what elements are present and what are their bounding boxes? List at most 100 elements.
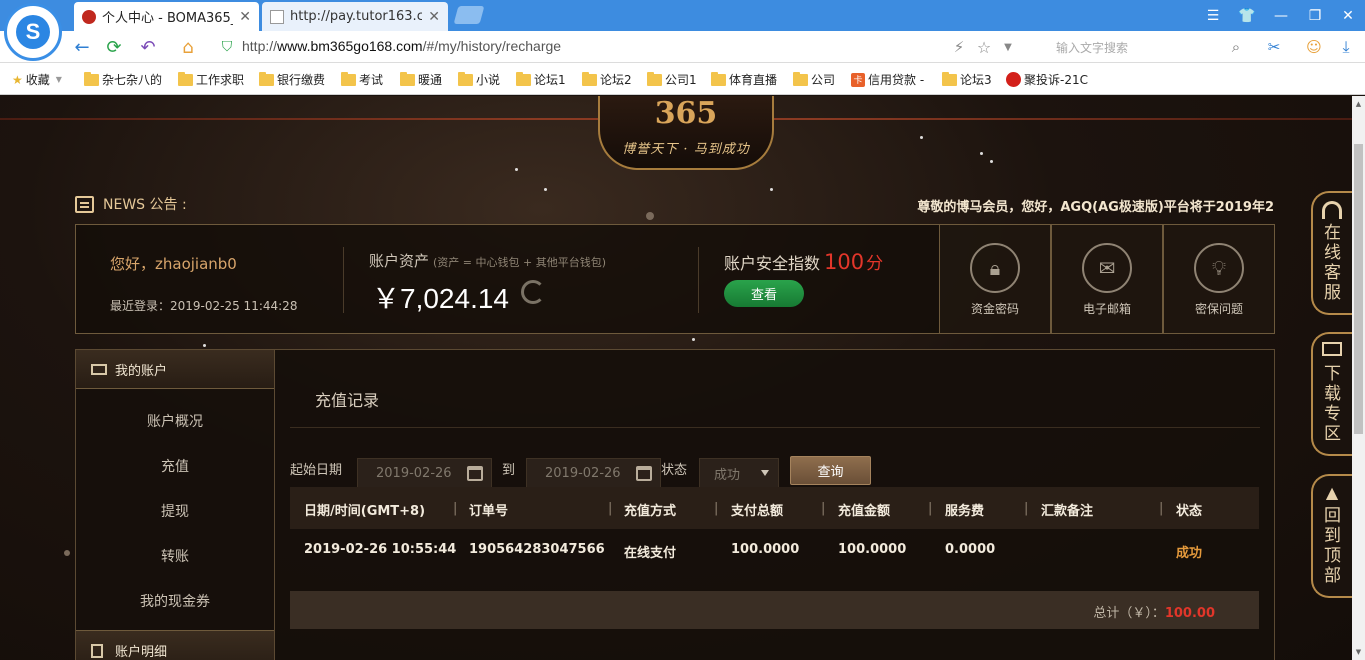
new-tab-button[interactable] <box>453 6 485 24</box>
bookmark-folder[interactable]: 银行缴费 <box>259 71 325 88</box>
bookmark-folder[interactable]: 论坛1 <box>516 71 566 88</box>
lightning-icon[interactable]: ⚡ <box>947 35 971 59</box>
security-question-item[interactable]: 💡︎ 密保问题 <box>1163 224 1275 334</box>
column-header[interactable]: 充值金额 <box>838 500 890 519</box>
scrollbar-thumb[interactable] <box>1354 144 1363 434</box>
cell-fee: 0.0000 <box>945 542 996 557</box>
page-scrollbar[interactable]: ▲ ▼ <box>1352 96 1365 660</box>
start-date-input[interactable]: 2019-02-26 <box>357 458 492 488</box>
fund-password-label: 资金密码 <box>970 302 1019 316</box>
folder-icon <box>178 71 193 86</box>
skin-icon[interactable]: 👕 <box>1230 0 1264 31</box>
bookmark-folder[interactable]: 考试 <box>341 71 383 88</box>
bookmark-folder[interactable]: 公司1 <box>647 71 697 88</box>
bookmark-label: 暖通 <box>418 73 443 87</box>
sidebar-item-withdraw[interactable]: 提现 <box>76 501 274 521</box>
tab-active[interactable]: 个人中心 - BOMA365_ ✕ <box>74 2 259 31</box>
menu-icon[interactable]: ☰ <box>1196 0 1230 31</box>
bookmark-folder[interactable]: 论坛2 <box>582 71 632 88</box>
scroll-up-icon[interactable]: ▲ <box>1354 100 1363 108</box>
bookmark-folder[interactable]: 公司 <box>793 71 835 88</box>
bookmark-folder[interactable]: 杂七杂八的 <box>84 71 162 88</box>
bookmark-link[interactable]: 聚投诉-21C <box>1006 71 1088 88</box>
column-separator: | <box>928 501 933 516</box>
sidebar-header-my-account[interactable]: 我的账户 <box>76 350 274 389</box>
star-icon[interactable]: ☆ <box>972 35 996 59</box>
column-header[interactable]: 状态 <box>1176 500 1202 519</box>
tab-close-icon[interactable]: ✕ <box>239 9 251 25</box>
tab-close-icon[interactable]: ✕ <box>428 9 440 25</box>
bookmark-folder[interactable]: 体育直播 <box>711 71 777 88</box>
minimize-button[interactable]: — <box>1264 0 1298 31</box>
sidebar-item-overview[interactable]: 账户概况 <box>76 411 274 431</box>
folder-icon <box>400 71 415 86</box>
chevron-down-icon[interactable]: ▼ <box>996 35 1020 59</box>
column-separator: | <box>608 501 613 516</box>
recharge-history-panel: 充值记录 起始日期 2019-02-26 到 2019-02-26 状态 成功 … <box>275 349 1275 660</box>
asset-note: (资产 = 中心钱包 + 其他平台钱包) <box>433 256 607 269</box>
bookmark-folder[interactable]: 小说 <box>458 71 500 88</box>
folder-icon <box>942 71 957 86</box>
brand-logo[interactable]: 365 博誉天下 · 马到成功 <box>598 96 774 170</box>
scroll-down-icon[interactable]: ▼ <box>1354 648 1363 656</box>
column-header[interactable]: 日期/时间(GMT+8) <box>304 500 425 519</box>
table-header: 日期/时间(GMT+8) | 订单号 | 充值方式 | 支付总额 | 充值金额 … <box>290 487 1259 529</box>
lock-icon: 🔒︎ <box>970 243 1020 293</box>
address-bar: ← ⟳ ↶ ⌂ ⛉ http://www.bm365go168.com/#/my… <box>0 31 1365 63</box>
home-button[interactable]: ⌂ <box>176 35 200 59</box>
query-button[interactable]: 查询 <box>790 456 871 485</box>
monitor-icon <box>1322 342 1342 356</box>
news-header: NEWS 公告 : <box>75 194 187 214</box>
column-header[interactable]: 充值方式 <box>624 500 676 519</box>
refresh-icon[interactable] <box>521 280 545 304</box>
download-zone-button[interactable]: 下载专区 <box>1311 332 1352 456</box>
title-divider <box>290 427 1260 428</box>
status-select[interactable]: 成功 <box>699 458 779 488</box>
fund-password-item[interactable]: 🔒︎ 资金密码 <box>939 224 1051 334</box>
bookmark-label: 论坛1 <box>534 73 566 87</box>
bookmark-folder[interactable]: 暖通 <box>400 71 442 88</box>
bookmark-label: 银行缴费 <box>277 73 326 87</box>
status-select-value: 成功 <box>714 467 741 483</box>
mail-icon: ✉ <box>1082 243 1132 293</box>
email-item[interactable]: ✉ 电子邮箱 <box>1051 224 1163 334</box>
sidebar-item-coupons[interactable]: 我的现金券 <box>76 591 274 611</box>
column-header[interactable]: 汇款备注 <box>1041 500 1093 519</box>
calendar-icon[interactable] <box>467 466 483 481</box>
emoji-icon[interactable]: ☺ <box>1302 35 1326 59</box>
url-field[interactable]: http://www.bm365go168.com/#/my/history/r… <box>242 38 561 54</box>
column-separator: | <box>453 501 458 516</box>
back-to-top-button[interactable]: ▲ 回到顶部 <box>1311 474 1352 598</box>
star-decoration <box>770 188 773 191</box>
bookmark-favorites[interactable]: ★ 收藏 ▼ <box>12 71 62 88</box>
sidebar-item-transfer[interactable]: 转账 <box>76 546 274 566</box>
folder-icon <box>84 71 99 86</box>
download-icon[interactable]: ⤓ <box>1334 35 1358 59</box>
online-support-button[interactable]: 在线客服 <box>1311 191 1352 315</box>
calendar-icon[interactable] <box>636 466 652 481</box>
column-header[interactable]: 支付总额 <box>731 500 783 519</box>
sidebar-header-account-details[interactable]: 账户明细 <box>76 630 274 660</box>
bookmark-folder[interactable]: 论坛3 <box>942 71 992 88</box>
view-security-button[interactable]: 查看 <box>724 280 804 307</box>
brand-slogan: 博誉天下 · 马到成功 <box>622 142 750 157</box>
bookmark-folder[interactable]: 工作求职 <box>178 71 244 88</box>
end-date-input[interactable]: 2019-02-26 <box>526 458 661 488</box>
sidebar-item-recharge[interactable]: 充值 <box>76 456 274 476</box>
scissors-icon[interactable]: ✂ <box>1262 35 1286 59</box>
security-question-label: 密保问题 <box>1194 302 1243 316</box>
refresh-button[interactable]: ⟳ <box>102 35 126 59</box>
column-header[interactable]: 服务费 <box>945 500 984 519</box>
search-icon[interactable]: ⌕ <box>1224 35 1248 59</box>
browser-logo[interactable]: S <box>4 3 62 61</box>
back-button[interactable]: ← <box>70 35 94 59</box>
table-row: 2019-02-26 10:55:44 190564283047566 在线支付… <box>290 529 1259 571</box>
undo-button[interactable]: ↶ <box>136 35 160 59</box>
maximize-button[interactable]: ❐ <box>1298 0 1332 31</box>
news-marquee[interactable]: 尊敬的博马会员，您好，AGQ(AG极速版)平台将于2019年2 <box>870 196 1274 215</box>
tab-inactive[interactable]: http://pay.tutor163.co ✕ <box>262 2 448 31</box>
bookmark-link[interactable]: 卡信用贷款 - <box>851 71 924 88</box>
column-header[interactable]: 订单号 <box>469 500 508 519</box>
search-input[interactable]: 输入文字搜索 <box>1030 36 1248 58</box>
close-window-button[interactable]: ✕ <box>1331 0 1365 31</box>
